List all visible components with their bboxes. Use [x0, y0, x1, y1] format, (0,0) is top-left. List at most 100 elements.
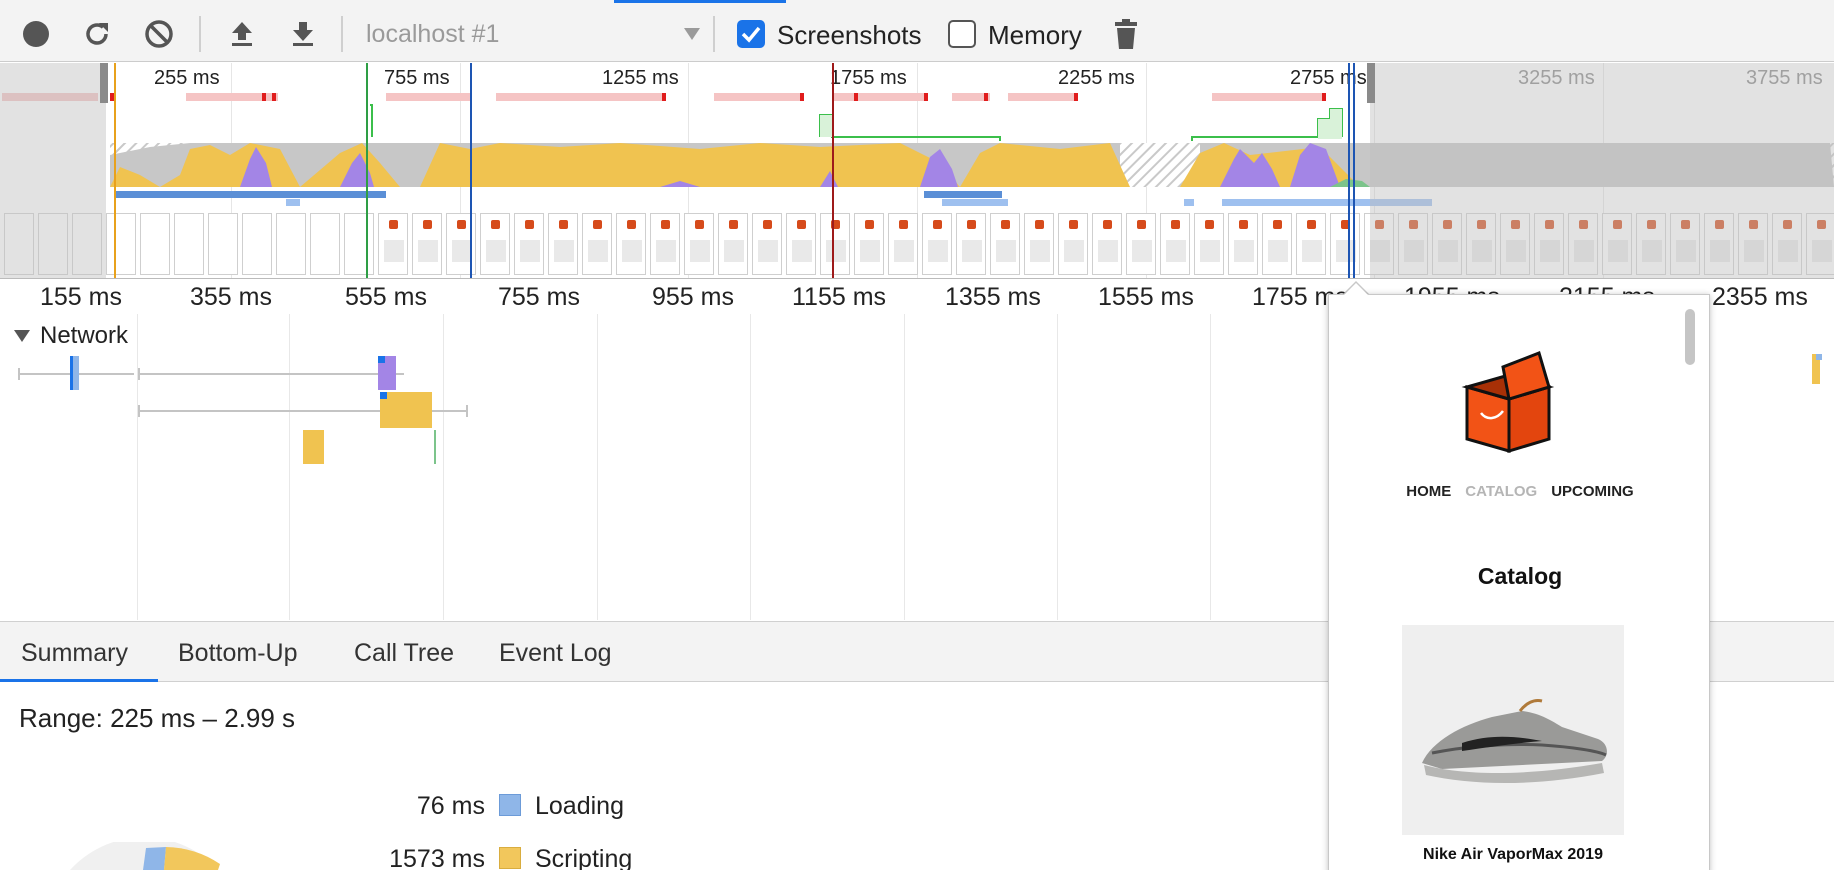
- chevron-down-icon: [684, 28, 700, 40]
- tab-summary[interactable]: Summary: [21, 639, 128, 668]
- profile-select[interactable]: localhost #1: [366, 20, 700, 50]
- unselected-range-left: [0, 63, 106, 278]
- box-logo-icon: [1461, 351, 1555, 454]
- screenshot-frame[interactable]: [854, 213, 884, 275]
- screenshot-frame[interactable]: [752, 213, 782, 275]
- ruler-label: 755 ms: [498, 283, 580, 311]
- screenshot-frame[interactable]: [1194, 213, 1224, 275]
- request-start-chip: [380, 392, 387, 399]
- request-tick: [138, 368, 140, 380]
- reload-icon[interactable]: [79, 16, 115, 52]
- network-request-bar[interactable]: [434, 430, 436, 464]
- screenshots-checkbox[interactable]: [737, 20, 765, 48]
- record-icon[interactable]: [18, 16, 54, 52]
- screenshot-frame[interactable]: [1228, 213, 1258, 275]
- download-icon[interactable]: [285, 16, 321, 52]
- memory-label[interactable]: Memory: [988, 20, 1082, 51]
- clear-icon[interactable]: [141, 16, 177, 52]
- request-wait-line: [138, 373, 404, 375]
- load-event-marker: [1348, 63, 1350, 278]
- ruler-label: 955 ms: [652, 283, 734, 311]
- ruler-label: 155 ms: [40, 283, 122, 311]
- memory-checkbox[interactable]: [948, 20, 976, 48]
- network-request-bar[interactable]: [380, 392, 432, 428]
- network-request-bar[interactable]: [70, 356, 79, 390]
- request-tick: [18, 368, 20, 380]
- screenshot-frame[interactable]: [684, 213, 714, 275]
- screenshot-frame[interactable]: [242, 213, 272, 275]
- screenshot-frame[interactable]: [106, 213, 136, 275]
- ruler-label: 1155 ms: [792, 283, 887, 311]
- screenshot-frame[interactable]: [582, 213, 612, 275]
- screenshot-frame[interactable]: [412, 213, 442, 275]
- screenshot-frame[interactable]: [1296, 213, 1326, 275]
- screenshot-frame[interactable]: [1058, 213, 1088, 275]
- track-gridline: [750, 314, 751, 620]
- tab-call-tree[interactable]: Call Tree: [354, 639, 454, 668]
- legend-name-loading: Loading: [535, 792, 624, 820]
- nav-catalog: CATALOG: [1465, 483, 1538, 500]
- product-image: [1402, 625, 1624, 835]
- cursor-marker: [1353, 63, 1355, 278]
- screenshot-frame[interactable]: [990, 213, 1020, 275]
- screenshot-frame[interactable]: [820, 213, 850, 275]
- range-handle-left[interactable]: [100, 63, 108, 103]
- screenshot-frame[interactable]: [616, 213, 646, 275]
- screenshot-frame[interactable]: [548, 213, 578, 275]
- page-title: Catalog: [1477, 563, 1563, 589]
- screenshot-frame[interactable]: [1092, 213, 1122, 275]
- screenshot-frame[interactable]: [1160, 213, 1190, 275]
- upload-icon[interactable]: [224, 16, 260, 52]
- screenshot-frame[interactable]: [174, 213, 204, 275]
- nav-home: HOME: [1406, 483, 1452, 500]
- triangle-down-icon: [14, 330, 30, 342]
- screenshot-frame[interactable]: [514, 213, 544, 275]
- screenshot-frame[interactable]: [208, 213, 238, 275]
- popover-scrollbar[interactable]: [1685, 309, 1695, 365]
- screenshot-frame[interactable]: [650, 213, 680, 275]
- screenshot-frame[interactable]: [344, 213, 374, 275]
- request-tick: [138, 405, 140, 417]
- tab-bottom-up[interactable]: Bottom-Up: [178, 639, 297, 668]
- screenshot-frame[interactable]: [922, 213, 952, 275]
- screenshot-frame[interactable]: [1126, 213, 1156, 275]
- screenshot-frame[interactable]: [956, 213, 986, 275]
- largest-paint-marker: [832, 63, 834, 278]
- range-handle-right[interactable]: [1367, 63, 1375, 103]
- screenshot-popover: HOME CATALOG UPCOMING Catalog Nike Air V…: [1328, 294, 1710, 870]
- first-paint-marker: [114, 63, 116, 278]
- screenshot-frame[interactable]: [1262, 213, 1292, 275]
- trash-icon[interactable]: [1108, 16, 1144, 52]
- active-tab-indicator: [614, 0, 786, 3]
- screenshot-frame[interactable]: [1330, 213, 1360, 275]
- screenshot-frame[interactable]: [888, 213, 918, 275]
- load-event-marker: [470, 63, 472, 278]
- screenshots-label[interactable]: Screenshots: [777, 20, 922, 51]
- screenshot-frame[interactable]: [140, 213, 170, 275]
- legend-value-loading: 76 ms: [416, 792, 485, 820]
- track-gridline: [1210, 314, 1211, 620]
- screenshot-frame[interactable]: [378, 213, 408, 275]
- screenshot-frame[interactable]: [718, 213, 748, 275]
- network-request-bar[interactable]: [303, 430, 324, 464]
- dom-content-loaded-marker: [366, 63, 368, 278]
- screenshot-frame[interactable]: [480, 213, 510, 275]
- toolbar-divider: [713, 16, 715, 52]
- track-gridline: [597, 314, 598, 620]
- nav-upcoming: UPCOMING: [1551, 483, 1634, 500]
- network-track-title: Network: [40, 322, 129, 349]
- toolbar-divider: [341, 16, 343, 52]
- screenshot-frame[interactable]: [310, 213, 340, 275]
- network-track-header[interactable]: Network: [14, 322, 128, 350]
- screenshot-frame[interactable]: [786, 213, 816, 275]
- request-tick: [466, 405, 468, 417]
- screenshot-frame[interactable]: [1024, 213, 1054, 275]
- legend-value-scripting: 1573 ms: [389, 845, 485, 870]
- request-start-chip: [378, 356, 385, 363]
- screenshot-frame[interactable]: [276, 213, 306, 275]
- tab-event-log[interactable]: Event Log: [499, 639, 612, 668]
- track-gridline: [289, 314, 290, 620]
- legend-name-scripting: Scripting: [535, 845, 633, 870]
- legend-swatch-loading: [499, 794, 521, 816]
- timeline-overview[interactable]: 255 ms 755 ms 1255 ms 1755 ms 2255 ms 27…: [0, 63, 1834, 279]
